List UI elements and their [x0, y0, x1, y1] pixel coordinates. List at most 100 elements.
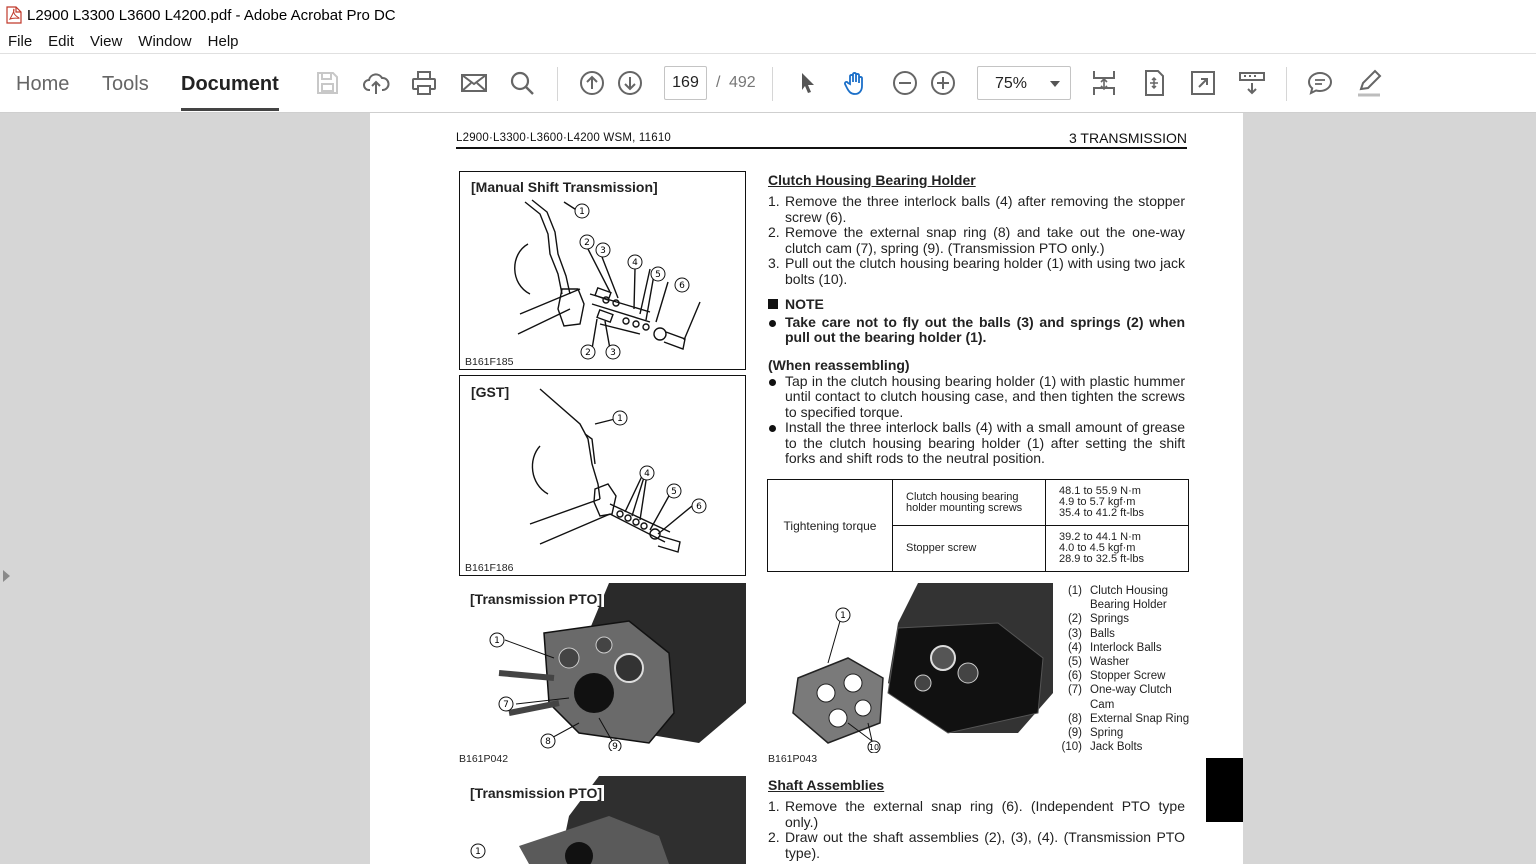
- callout-4: 4: [632, 258, 638, 268]
- callout-9: 9: [612, 742, 618, 751]
- section-title-shaft-assemblies: Shaft Assemblies: [768, 777, 885, 793]
- toolbar-separator: [1286, 67, 1287, 101]
- read-mode-icon[interactable]: [1236, 67, 1268, 99]
- page-number-input[interactable]: 169: [664, 66, 707, 100]
- parts-legend: (1) Clutch Housing Bearing Holder (2) Spri…: [1060, 584, 1200, 754]
- document-viewport[interactable]: L2900·L3300·L3600·L4200 WSM, 11610 3 TRA…: [0, 113, 1536, 864]
- chevron-down-icon: [1050, 81, 1060, 87]
- step-1: 1. Remove the external snap ring (6). (In…: [768, 798, 1185, 830]
- reassembling-item-2: Install the three interlock balls (4) wi…: [768, 419, 1185, 467]
- figure-gst: [GST] 1 4 5 6 B161F186: [459, 375, 746, 576]
- step-3: 3. Pull out the clutch housing bearing ho…: [768, 255, 1185, 287]
- tab-tools[interactable]: Tools: [102, 73, 149, 96]
- zoom-select[interactable]: 75%: [977, 66, 1071, 100]
- comment-icon[interactable]: [1304, 67, 1336, 99]
- bearing-holder-steps: 1. Remove the three interlock balls (4) a…: [768, 193, 1185, 287]
- menu-bar: File Edit View Window Help: [0, 30, 1536, 54]
- callout-10: 10: [869, 743, 879, 752]
- scroll-mode-icon[interactable]: [1088, 67, 1120, 99]
- hand-tool-icon[interactable]: [840, 67, 872, 99]
- note-heading: NOTE: [768, 296, 1185, 313]
- torque-item-2: Stopper screw: [892, 525, 1046, 572]
- callout-6: 6: [696, 502, 702, 512]
- window-title: L2900 L3300 L3600 L4200.pdf - Adobe Acro…: [27, 6, 396, 24]
- callout-1: 1: [579, 207, 585, 217]
- menu-edit[interactable]: Edit: [40, 33, 82, 50]
- zoom-in-icon[interactable]: [927, 67, 959, 99]
- page-up-icon[interactable]: [576, 67, 608, 99]
- step-2: 2. Remove the external snap ring (8) and …: [768, 224, 1185, 256]
- page-down-icon[interactable]: [614, 67, 646, 99]
- legend-row: (6) Stopper Screw: [1067, 670, 1166, 683]
- callout-5: 5: [671, 487, 677, 497]
- callout-5: 5: [655, 270, 661, 280]
- toolbar-separator: [557, 67, 558, 101]
- callout-3b: 3: [610, 348, 616, 358]
- callout-1: 1: [617, 414, 623, 424]
- callout-1: 1: [494, 636, 500, 646]
- gst-diagram: 1 4 5 6: [529, 388, 707, 553]
- title-bar: L2900 L3300 L3600 L4200.pdf - Adobe Acro…: [0, 0, 1536, 30]
- header-rule: [456, 147, 1187, 149]
- reassembling-heading: (When reassembling): [768, 357, 910, 373]
- main-toolbar: Home Tools Document 169 / 492 75%: [0, 55, 1536, 113]
- email-icon[interactable]: [458, 67, 490, 99]
- figure-code: B161P042: [459, 753, 509, 765]
- legend-row: (7) One-way Clutch: [1067, 684, 1172, 697]
- page-thumb-tab[interactable]: [1206, 758, 1243, 822]
- page-header-right: 3 TRANSMISSION: [1069, 130, 1187, 146]
- full-screen-icon[interactable]: [1187, 67, 1219, 99]
- menu-help[interactable]: Help: [200, 33, 247, 50]
- bearing-holder-photo: 1 10: [768, 583, 1053, 753]
- figure-manual-shift: [Manual Shift Transmission] 1 2 3 4 5 6 …: [459, 171, 746, 370]
- transmission-pto-photo: 1 7 8 9: [459, 583, 746, 751]
- page-separator: /: [716, 74, 721, 91]
- photo-transmission-pto: 1 7 8 9 [Transmission PTO]: [459, 583, 746, 751]
- legend-row: Bearing Holder: [1090, 599, 1167, 612]
- legend-row: (2) Springs: [1067, 613, 1129, 626]
- callout-6: 6: [679, 281, 685, 291]
- print-icon[interactable]: [408, 67, 440, 99]
- fit-page-icon[interactable]: [1138, 67, 1170, 99]
- figure-code: B161F185: [465, 356, 514, 368]
- shaft-assemblies-steps: 1. Remove the external snap ring (6). (In…: [768, 798, 1185, 861]
- expand-panel-icon[interactable]: [3, 570, 10, 582]
- torque-values-1: 48.1 to 55.9 N·m 4.9 to 5.7 kgf·m 35.4 to …: [1045, 479, 1189, 526]
- photo-transmission-pto-2: 1 [Transmission PTO]: [459, 776, 746, 864]
- torque-values-2: 39.2 to 44.1 N·m 4.0 to 4.5 kgf·m 28.9 to …: [1045, 525, 1189, 572]
- legend-row: Cam: [1090, 698, 1115, 711]
- legend-row: (3) Balls: [1067, 627, 1115, 640]
- legend-row: (4) Interlock Balls: [1067, 641, 1162, 654]
- menu-view[interactable]: View: [82, 33, 130, 50]
- menu-window[interactable]: Window: [130, 33, 199, 50]
- tab-document[interactable]: Document: [181, 73, 279, 111]
- page-header-left: L2900·L3300·L3600·L4200 WSM, 11610: [456, 132, 672, 144]
- menu-file[interactable]: File: [0, 33, 40, 50]
- zoom-out-icon[interactable]: [889, 67, 921, 99]
- figure-code: B161P043: [768, 753, 818, 765]
- reassembling-block: (When reassembling) Tap in the clutch ho…: [768, 357, 1185, 467]
- highlight-pen-icon[interactable]: [1353, 67, 1385, 99]
- select-cursor-icon[interactable]: [791, 67, 823, 99]
- callout-2: 2: [584, 238, 590, 248]
- upload-cloud-icon[interactable]: [360, 67, 392, 99]
- legend-row: (5) Washer: [1067, 656, 1130, 669]
- search-icon[interactable]: [506, 67, 538, 99]
- step-1: 1. Remove the three interlock balls (4) a…: [768, 193, 1185, 225]
- reassembling-item-1: Tap in the clutch housing bearing holder…: [768, 373, 1185, 421]
- save-icon[interactable]: [311, 67, 343, 99]
- torque-table: Tightening torque Clutch housing bearing…: [767, 479, 1189, 572]
- note-square-icon: [768, 299, 778, 309]
- section-title-bearing-holder: Clutch Housing Bearing Holder: [768, 172, 976, 188]
- legend-row: (9) Spring: [1067, 727, 1124, 740]
- callout-2b: 2: [585, 348, 591, 358]
- callout-8: 8: [545, 737, 551, 747]
- callout-4: 4: [644, 469, 650, 479]
- callout-1: 1: [475, 847, 481, 857]
- figure-code: B161F186: [465, 562, 514, 574]
- tab-home[interactable]: Home: [16, 73, 69, 96]
- page-total: 492: [729, 74, 756, 91]
- pdf-file-icon: [6, 6, 22, 24]
- callout-7: 7: [503, 700, 509, 710]
- manual-shift-diagram: 1 2 3 4 5 6 2 3: [514, 199, 701, 360]
